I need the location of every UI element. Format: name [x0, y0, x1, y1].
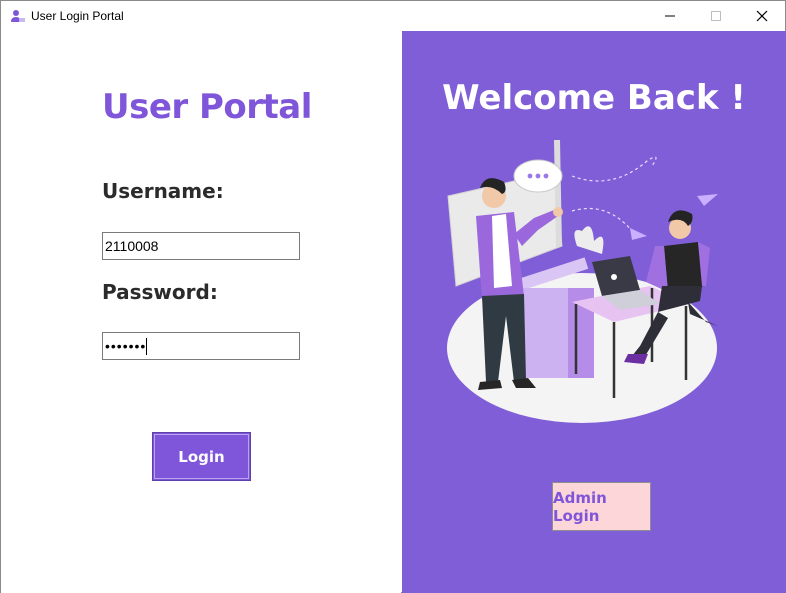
close-button[interactable] [739, 1, 785, 31]
login-panel: User Portal Username: Password: Login [1, 31, 401, 593]
maximize-button[interactable] [693, 1, 739, 31]
title-bar[interactable]: User Login Portal [1, 1, 785, 31]
welcome-heading: Welcome Back ! [442, 78, 746, 118]
welcome-panel: Welcome Back ! Admin Login [402, 31, 786, 593]
office-meeting-illustration [447, 140, 718, 423]
login-button[interactable]: Login [152, 432, 251, 481]
window-title: User Login Portal [31, 9, 124, 23]
username-field[interactable] [102, 232, 300, 260]
minimize-button[interactable] [647, 1, 693, 31]
close-icon [756, 10, 768, 22]
text-cursor [146, 338, 147, 355]
app-icon [11, 10, 25, 22]
maximize-icon [711, 11, 721, 21]
admin-login-button[interactable]: Admin Login [552, 482, 651, 531]
page-title: User Portal [102, 87, 312, 127]
password-label: Password: [102, 280, 218, 304]
app-window: User Login Portal User Portal Username: … [0, 0, 786, 593]
password-field[interactable] [102, 332, 300, 360]
minimize-icon [665, 15, 675, 17]
username-label: Username: [102, 179, 224, 203]
